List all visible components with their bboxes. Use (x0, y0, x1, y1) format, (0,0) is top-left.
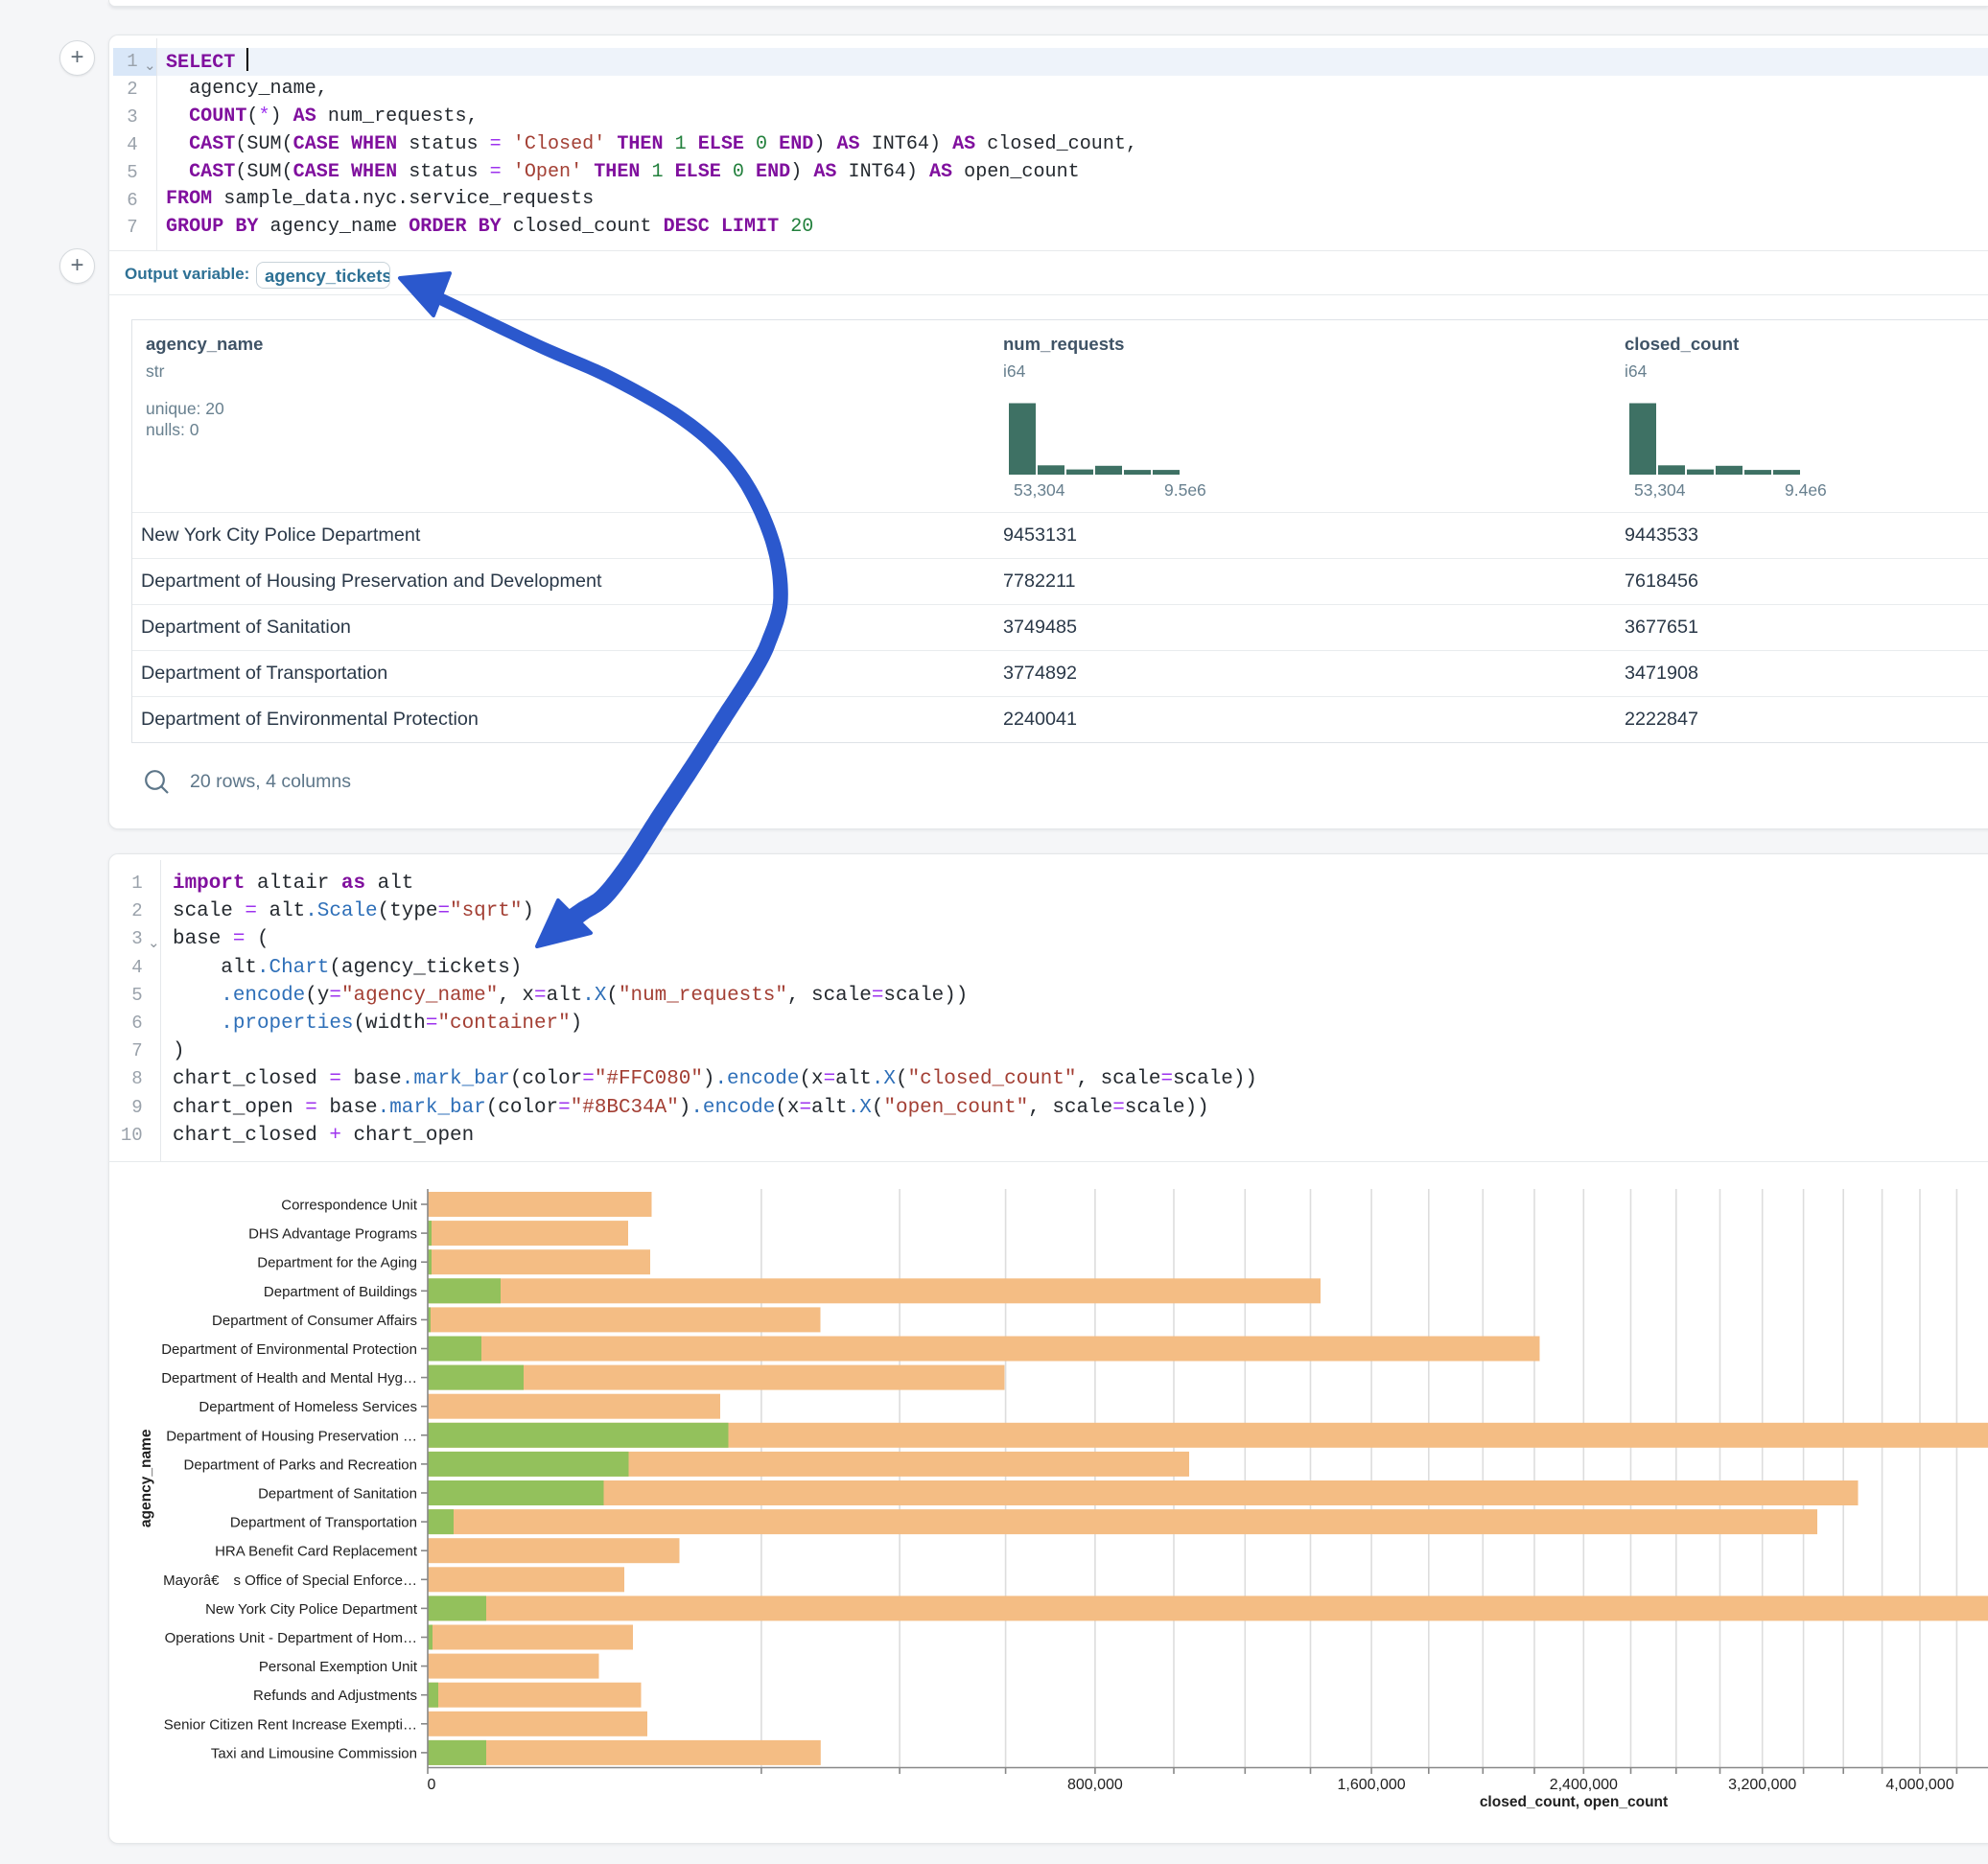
svg-text:Operations Unit - Department o: Operations Unit - Department of Hom… (165, 1630, 417, 1646)
svg-text:Department of Housing Preserva: Department of Housing Preservation … (166, 1428, 417, 1444)
svg-text:Taxi and Limousine Commission: Taxi and Limousine Commission (211, 1745, 417, 1761)
svg-text:Correspondence Unit: Correspondence Unit (281, 1198, 418, 1214)
svg-text:0: 0 (428, 1777, 436, 1793)
svg-text:1,600,000: 1,600,000 (1338, 1777, 1406, 1793)
svg-text:Department of Sanitation: Department of Sanitation (258, 1486, 417, 1503)
svg-text:Department of Health and Menta: Department of Health and Mental Hyg… (161, 1370, 417, 1386)
svg-text:closed_count, open_count: closed_count, open_count (1480, 1794, 1668, 1810)
svg-text:Department of Consumer Affairs: Department of Consumer Affairs (212, 1313, 417, 1329)
svg-text:800,000: 800,000 (1067, 1777, 1123, 1793)
svg-text:Mayorâ€ s Office of Special En: Mayorâ€ s Office of Special Enforce… (163, 1573, 417, 1589)
svg-text:Department of Homeless Service: Department of Homeless Services (199, 1399, 417, 1415)
svg-text:Department for the Aging: Department for the Aging (257, 1255, 417, 1271)
svg-text:Refunds and Adjustments: Refunds and Adjustments (253, 1688, 417, 1704)
svg-text:Department of Environmental Pr: Department of Environmental Protection (161, 1341, 417, 1358)
svg-text:Department of Buildings: Department of Buildings (264, 1284, 417, 1300)
svg-text:HRA Benefit Card Replacement: HRA Benefit Card Replacement (215, 1544, 418, 1560)
svg-text:Department of Transportation: Department of Transportation (230, 1515, 417, 1531)
svg-text:2,400,000: 2,400,000 (1550, 1777, 1618, 1793)
svg-text:4,000,000: 4,000,000 (1885, 1777, 1953, 1793)
svg-text:New York City Police Departmen: New York City Police Department (205, 1601, 418, 1618)
svg-text:DHS Advantage Programs: DHS Advantage Programs (248, 1226, 417, 1243)
svg-text:agency_name: agency_name (138, 1429, 154, 1527)
svg-text:Personal Exemption Unit: Personal Exemption Unit (259, 1659, 418, 1675)
svg-text:Senior Citizen Rent Increase E: Senior Citizen Rent Increase Exempti… (164, 1716, 417, 1733)
svg-text:3,200,000: 3,200,000 (1728, 1777, 1796, 1793)
svg-text:Department of Parks and Recrea: Department of Parks and Recreation (184, 1456, 417, 1473)
